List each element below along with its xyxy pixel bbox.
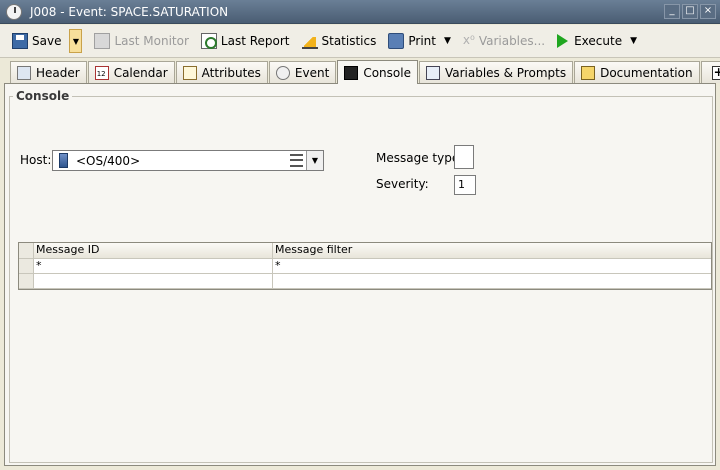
- table-row[interactable]: [19, 274, 711, 289]
- host-value: <OS/400>: [76, 153, 141, 168]
- tab-attributes[interactable]: Attributes: [175, 61, 268, 83]
- chevron-down-icon[interactable]: ▼: [444, 36, 451, 46]
- header-icon: [17, 65, 31, 80]
- minimize-button[interactable]: _: [664, 4, 680, 19]
- message-filter-cell[interactable]: [273, 274, 711, 288]
- message-type-label: Message type:: [376, 151, 464, 165]
- window-title: J008 - Event: SPACE.SATURATION: [30, 4, 229, 19]
- tab-bar: Header Calendar Attributes Event Console…: [10, 60, 720, 84]
- console-group: Host: <OS/400> ▼ Message type: Severity:…: [9, 96, 713, 463]
- message-table: Message ID Message filter * *: [18, 242, 712, 290]
- last-monitor-label: Last Monitor: [114, 34, 189, 48]
- save-label: Save: [32, 34, 62, 48]
- play-icon: [557, 34, 569, 48]
- row-selector[interactable]: [19, 259, 34, 273]
- tab-label: Header: [36, 65, 80, 80]
- list-icon[interactable]: [290, 154, 303, 167]
- tab-header[interactable]: Header: [10, 61, 87, 83]
- table-header-row: Message ID Message filter: [19, 243, 711, 259]
- server-icon: [59, 153, 68, 168]
- tab-console[interactable]: Console: [337, 60, 418, 84]
- chevron-down-icon[interactable]: ▼: [630, 36, 637, 46]
- tab-label: Variables & Prompts: [444, 65, 567, 80]
- message-id-cell[interactable]: [34, 274, 273, 288]
- floppy-disk-icon: [12, 33, 28, 49]
- tab-variables-prompts[interactable]: Variables & Prompts: [418, 61, 574, 83]
- chevron-down-icon: ▼: [72, 36, 80, 46]
- console-panel: Host: <OS/400> ▼ Message type: Severity:…: [4, 83, 716, 466]
- documentation-icon: [581, 65, 596, 80]
- column-header-message-filter[interactable]: Message filter: [273, 243, 711, 258]
- row-selector[interactable]: [19, 274, 34, 288]
- save-dropdown-button[interactable]: ▼: [69, 29, 83, 53]
- variables-icon: x⁰: [462, 33, 475, 47]
- statistics-chart-icon: [301, 33, 318, 49]
- chevron-down-icon[interactable]: ▼: [306, 151, 323, 170]
- tab-add[interactable]: +: [700, 61, 720, 83]
- printer-icon: [388, 33, 405, 49]
- last-report-button[interactable]: Last Report: [197, 29, 294, 53]
- tab-label: Calendar: [113, 65, 168, 80]
- statistics-button[interactable]: Statistics: [298, 29, 381, 53]
- window-controls: _ □ ×: [664, 4, 716, 19]
- message-filter-cell[interactable]: *: [273, 259, 711, 273]
- variables-label: Variables...: [478, 34, 546, 48]
- event-clock-icon: [275, 65, 290, 80]
- tab-label: Attributes: [201, 65, 261, 80]
- tab-event[interactable]: Event: [268, 61, 337, 83]
- execute-label: Execute: [574, 34, 623, 48]
- tab-label: Event: [294, 65, 330, 80]
- column-header-message-id[interactable]: Message ID: [34, 243, 273, 258]
- tab-label: Console: [363, 65, 411, 80]
- tab-calendar[interactable]: Calendar: [87, 61, 175, 83]
- monitor-icon: [94, 33, 111, 49]
- severity-label: Severity:: [376, 177, 429, 191]
- report-icon: [200, 33, 217, 49]
- title-bar: J008 - Event: SPACE.SATURATION _ □ ×: [0, 0, 720, 24]
- console-icon: [344, 65, 359, 80]
- last-monitor-button[interactable]: Last Monitor: [90, 29, 192, 53]
- variables-icon: [425, 65, 440, 80]
- tab-documentation[interactable]: Documentation: [574, 61, 700, 83]
- host-label: Host:: [20, 153, 52, 167]
- execute-button[interactable]: Execute ▼: [553, 29, 641, 53]
- print-label: Print: [408, 34, 436, 48]
- severity-input[interactable]: 1: [454, 175, 476, 195]
- toolbar: Save ▼ Last Monitor Last Report Statisti…: [0, 25, 720, 58]
- statistics-label: Statistics: [321, 34, 377, 48]
- plus-icon: +: [711, 65, 720, 80]
- save-button[interactable]: Save: [8, 29, 65, 53]
- last-report-label: Last Report: [220, 34, 290, 48]
- calendar-icon: [94, 65, 109, 80]
- message-type-input[interactable]: [454, 145, 474, 169]
- print-button[interactable]: Print ▼: [384, 29, 455, 53]
- restore-button[interactable]: □: [682, 4, 698, 19]
- row-selector-header: [19, 243, 34, 258]
- host-combobox[interactable]: <OS/400> ▼: [52, 150, 324, 171]
- variables-button[interactable]: x⁰ Variables...: [459, 29, 549, 53]
- attributes-icon: [182, 65, 197, 80]
- tab-label: Documentation: [600, 65, 693, 80]
- console-group-title: Console: [13, 89, 73, 103]
- table-row[interactable]: * *: [19, 259, 711, 274]
- clock-app-icon: [6, 3, 22, 20]
- close-button[interactable]: ×: [700, 4, 716, 19]
- message-id-cell[interactable]: *: [34, 259, 273, 273]
